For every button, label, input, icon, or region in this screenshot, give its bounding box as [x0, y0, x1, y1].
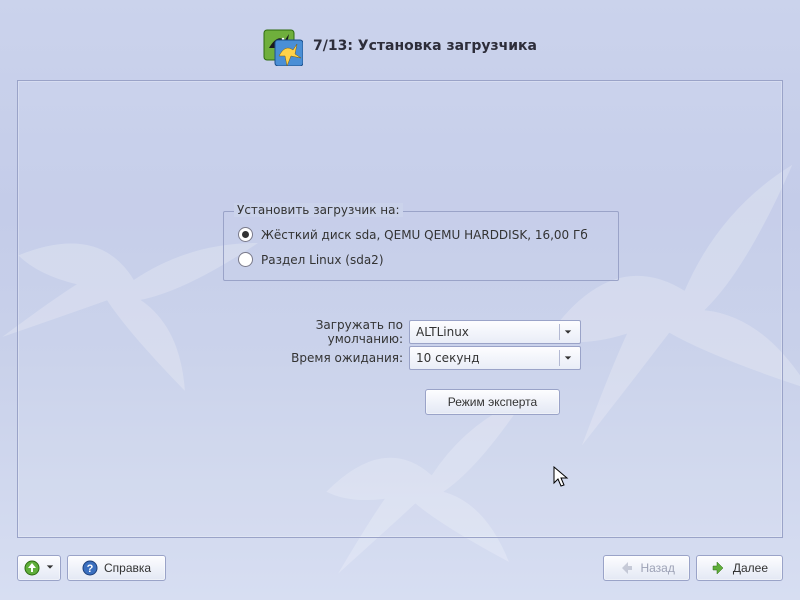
select-value: ALTLinux: [416, 325, 469, 339]
back-label: Назад: [640, 561, 674, 575]
default-boot-label: Загружать по умолчанию:: [243, 318, 409, 346]
chevron-down-icon: [46, 560, 54, 576]
radio-label: Раздел Linux (sda2): [261, 253, 384, 267]
radio-option-disk[interactable]: Жёсткий диск sda, QEMU QEMU HARDDISK, 16…: [236, 222, 606, 247]
menu-button[interactable]: [17, 555, 61, 581]
radio-option-partition[interactable]: Раздел Linux (sda2): [236, 247, 606, 272]
install-target-legend: Установить загрузчик на:: [232, 203, 405, 217]
timeout-label: Время ожидания:: [243, 351, 409, 365]
back-button[interactable]: Назад: [603, 555, 689, 581]
help-label: Справка: [104, 561, 151, 575]
default-boot-row: Загружать по умолчанию: ALTLinux: [243, 318, 581, 346]
next-button[interactable]: Далее: [696, 555, 783, 581]
select-value: 10 секунд: [416, 351, 480, 365]
default-boot-select[interactable]: ALTLinux: [409, 320, 581, 344]
page-title: 7/13: Установка загрузчика: [313, 38, 537, 54]
expert-mode-button[interactable]: Режим эксперта: [425, 389, 560, 415]
arrow-right-icon: [711, 560, 727, 576]
next-label: Далее: [733, 561, 768, 575]
timeout-select[interactable]: 10 секунд: [409, 346, 581, 370]
distro-logo-icon: [263, 26, 303, 66]
arrow-left-icon: [618, 560, 634, 576]
footer: ? Справка Назад Далее: [17, 552, 783, 584]
up-arrow-icon: [24, 560, 40, 576]
help-button[interactable]: ? Справка: [67, 555, 166, 581]
chevron-down-icon: [559, 324, 576, 340]
radio-icon: [238, 227, 253, 242]
expert-mode-label: Режим эксперта: [448, 395, 537, 409]
svg-text:?: ?: [87, 563, 94, 575]
chevron-down-icon: [559, 350, 576, 366]
radio-label: Жёсткий диск sda, QEMU QEMU HARDDISK, 16…: [261, 228, 588, 242]
header: 7/13: Установка загрузчика: [0, 26, 800, 69]
timeout-row: Время ожидания: 10 секунд: [243, 346, 581, 370]
help-icon: ?: [82, 560, 98, 576]
install-target-fieldset: Установить загрузчик на: Жёсткий диск sd…: [223, 211, 619, 281]
main-panel: Установить загрузчик на: Жёсткий диск sd…: [17, 80, 783, 538]
radio-icon: [238, 252, 253, 267]
